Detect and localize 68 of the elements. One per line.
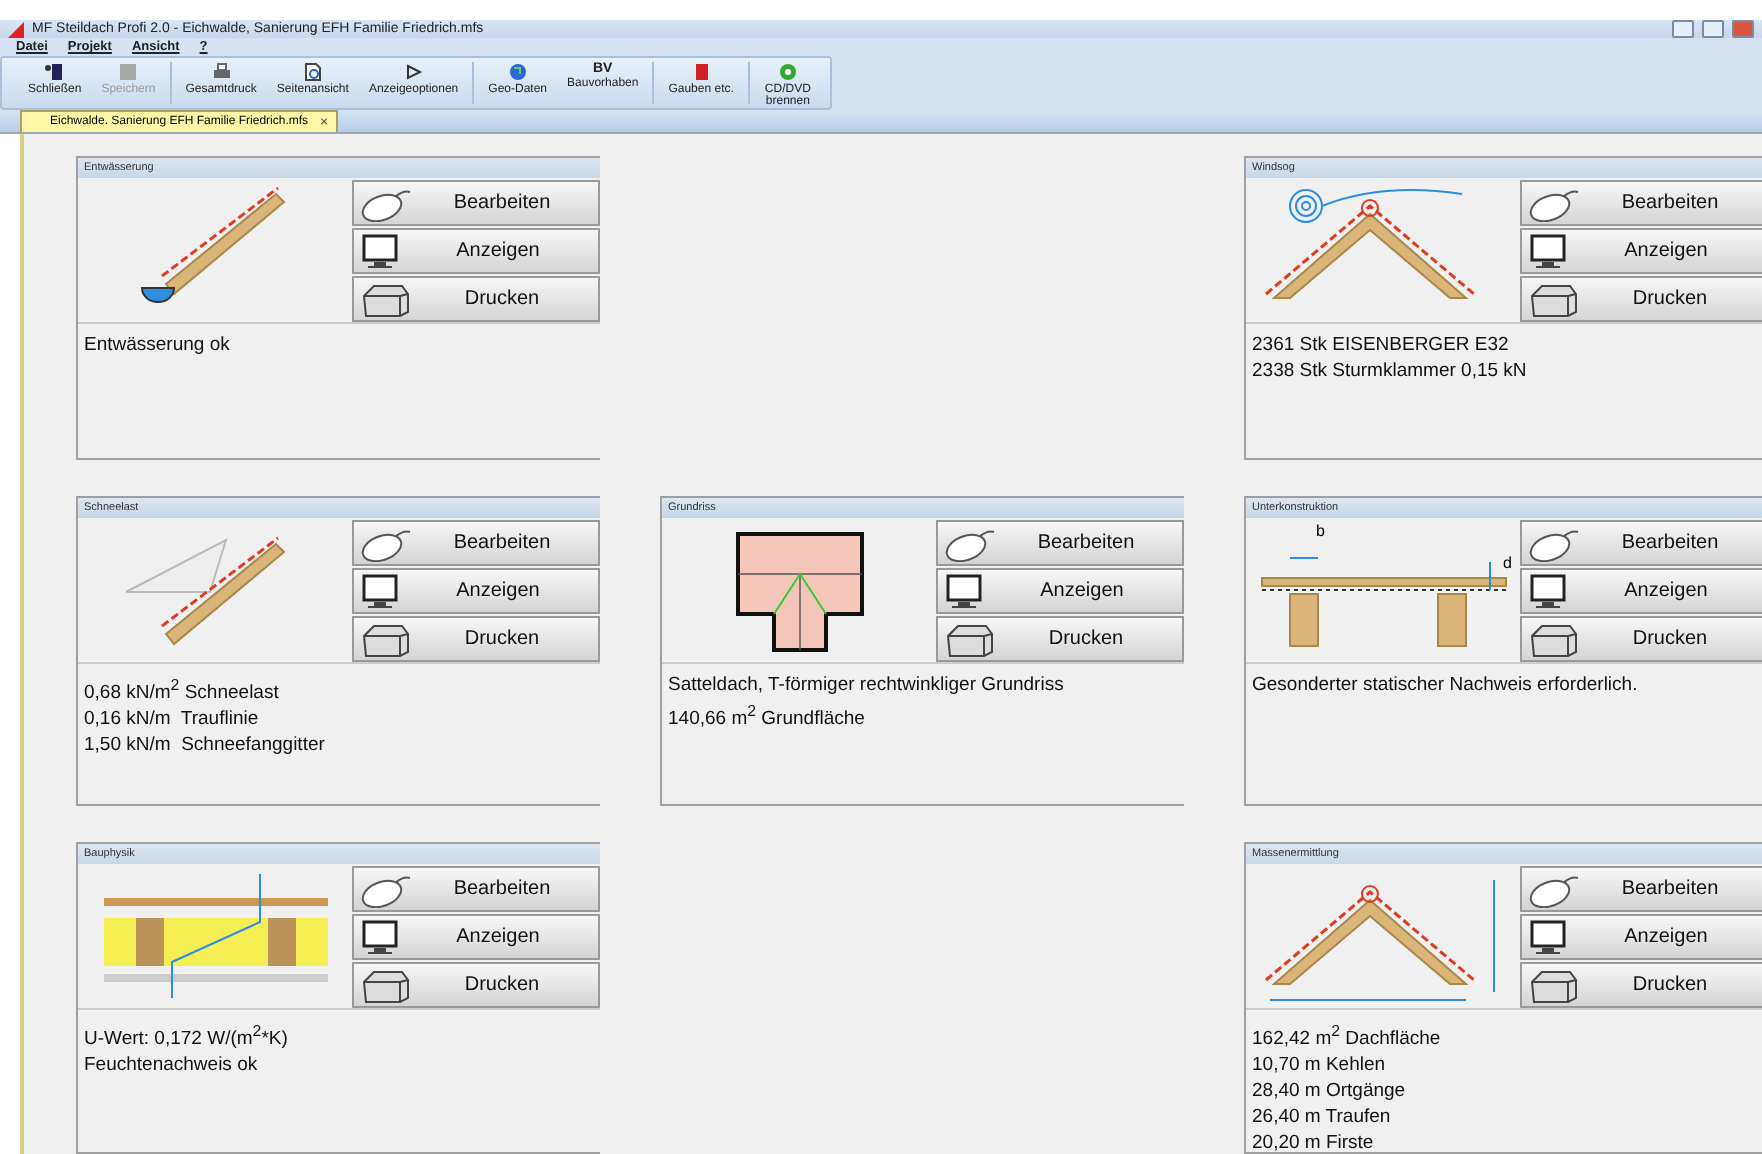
globe-icon	[507, 62, 528, 82]
printer-icon	[360, 281, 412, 317]
result-text: 26,40 m Traufen	[1252, 1106, 1393, 1131]
printer-icon	[360, 621, 412, 657]
result-text: 0,16 kN/m Trauflinie	[84, 708, 261, 733]
dimension-label: d	[1503, 554, 1512, 572]
result-text: 2338 Stk Sturmklammer 0,15 kN	[1252, 360, 1529, 384]
action-button[interactable]: Bearbeiten	[1520, 180, 1762, 226]
arrow-icon	[403, 62, 424, 82]
action-button[interactable]: Anzeigen	[1520, 568, 1762, 614]
result-text: 10,70 m Kehlen	[1252, 1054, 1388, 1079]
maximize-button[interactable]	[1702, 20, 1724, 38]
monitor-icon	[944, 573, 988, 609]
dimension-label: b	[1316, 522, 1325, 540]
mouse-icon	[360, 525, 412, 561]
result-text: 2361 Stk EISENBERGER E32	[1252, 334, 1511, 358]
monitor-icon	[360, 233, 404, 269]
printer-icon	[1528, 281, 1580, 317]
monitor-icon	[360, 573, 404, 609]
action-button[interactable]: Drucken	[1520, 962, 1762, 1008]
action-button[interactable]: Drucken	[1520, 276, 1762, 322]
disc-icon	[777, 62, 798, 82]
printer-icon	[1528, 621, 1580, 657]
result-text: Entwässerung ok	[84, 334, 232, 358]
action-button[interactable]: Bearbeiten	[1520, 520, 1762, 566]
mouse-icon	[1528, 185, 1580, 221]
result-text: 0,68 kN/m$^{2}$ Schneelast	[84, 674, 281, 707]
action-button[interactable]: Anzeigen	[936, 568, 1184, 614]
printer-icon	[211, 62, 232, 82]
result-text: U-Wert: 0,172 W/(m$^{2}$*K)	[84, 1020, 290, 1053]
result-text: 1,50 kN/m Schneefanggitter	[84, 734, 327, 759]
action-button[interactable]: Anzeigen	[352, 568, 600, 614]
door-icon	[44, 62, 65, 82]
monitor-icon	[1528, 919, 1572, 955]
monitor-icon	[1528, 573, 1572, 609]
action-button[interactable]: Anzeigen	[352, 914, 600, 960]
action-button[interactable]: Bearbeiten	[1520, 866, 1762, 912]
result-text: 20,20 m Firste	[1252, 1132, 1376, 1154]
monitor-icon	[360, 919, 404, 955]
action-button[interactable]: Drucken	[352, 276, 600, 322]
action-button[interactable]: Drucken	[352, 616, 600, 662]
printer-icon	[1528, 967, 1580, 1003]
minimize-button[interactable]	[1672, 20, 1694, 38]
printer-icon	[944, 621, 996, 657]
page-preview-icon	[302, 62, 323, 82]
mouse-icon	[944, 525, 996, 561]
mouse-icon	[360, 185, 412, 221]
action-button[interactable]: Bearbeiten	[352, 520, 600, 566]
action-button[interactable]: Drucken	[936, 616, 1184, 662]
action-button[interactable]: Anzeigen	[352, 228, 600, 274]
monitor-icon	[1528, 233, 1572, 269]
result-text: 28,40 m Ortgänge	[1252, 1080, 1408, 1105]
action-button[interactable]: Bearbeiten	[936, 520, 1184, 566]
action-button[interactable]: Anzeigen	[1520, 228, 1762, 274]
action-button[interactable]: Drucken	[1520, 616, 1762, 662]
action-button[interactable]: Bearbeiten	[352, 866, 600, 912]
result-text: Feuchtenachweis ok	[84, 1054, 260, 1079]
action-button[interactable]: Anzeigen	[1520, 914, 1762, 960]
mouse-icon	[1528, 525, 1580, 561]
action-button[interactable]: Drucken	[352, 962, 600, 1008]
result-text: Gesonderter statischer Nachweis erforderlich.	[1252, 674, 1640, 698]
result-text: 162,42 m$^{2}$ Dachfläche	[1252, 1020, 1443, 1053]
action-button[interactable]: Bearbeiten	[352, 180, 600, 226]
result-text: Satteldach, T-förmiger rechtwinkliger Grundriss	[668, 674, 1066, 698]
mouse-icon	[360, 871, 412, 907]
mouse-icon	[1528, 871, 1580, 907]
printer-icon	[360, 967, 412, 1003]
result-text: 140,66 m$^{2}$ Grundfläche	[668, 700, 867, 733]
